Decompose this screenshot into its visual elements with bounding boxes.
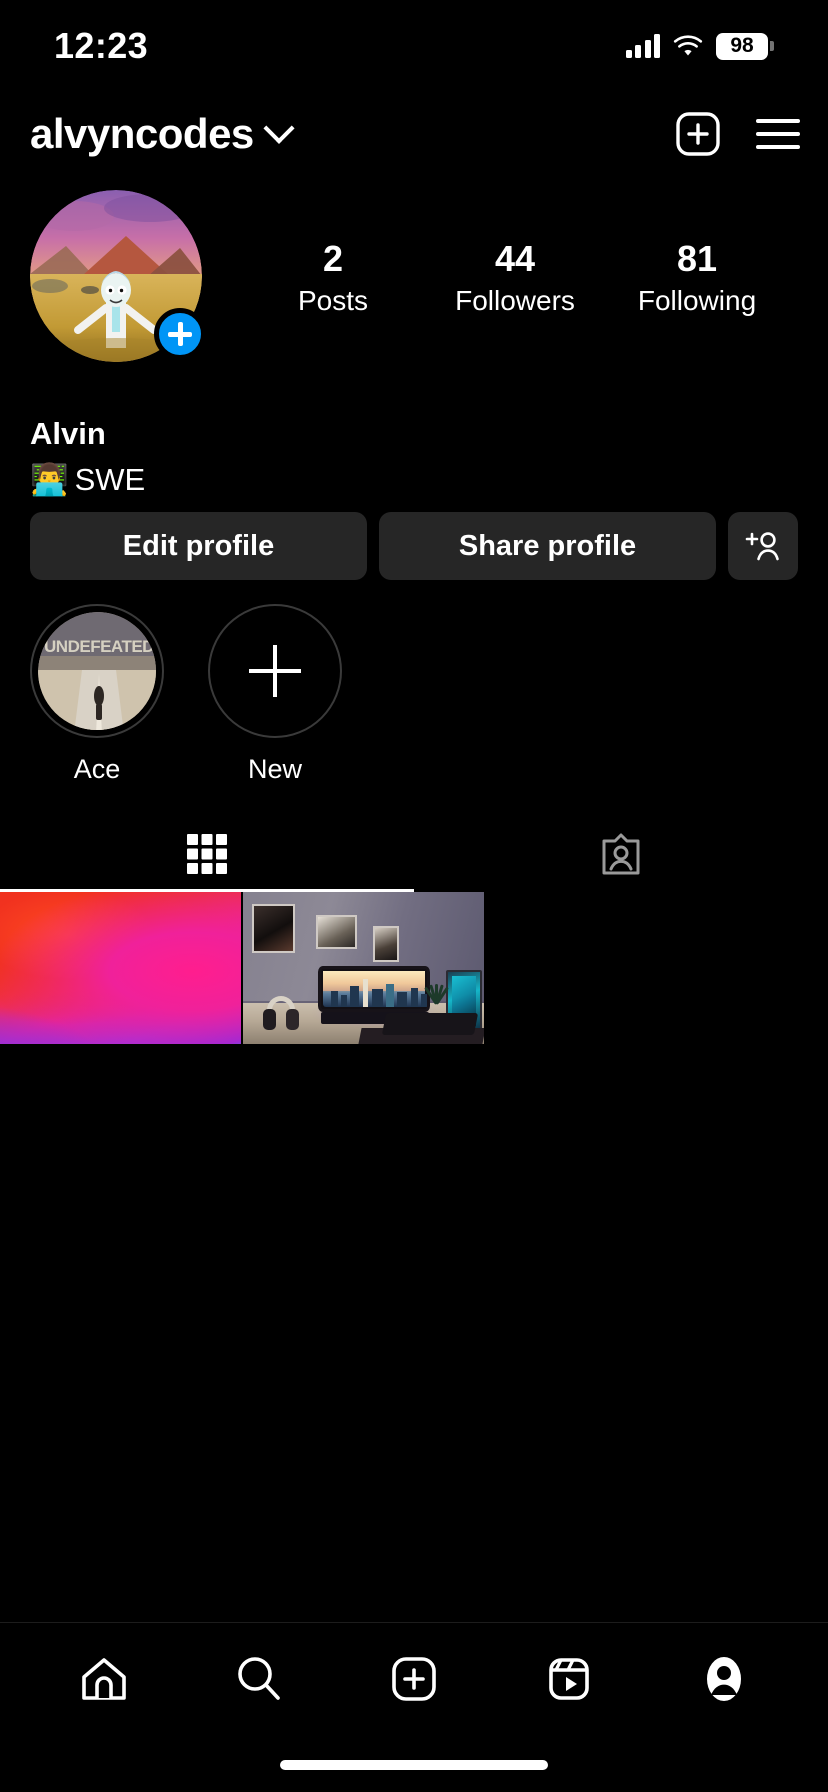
create-post-icon [392,1657,436,1701]
highlight-ring: UNDEFEATED [30,604,164,738]
status-indicators: 98 [625,32,774,60]
edit-profile-button[interactable]: Edit profile [30,512,367,580]
bio-text: SWE [74,461,146,497]
posts-count: 2 [322,238,344,279]
battery-level: 98 [716,32,768,60]
profile-header: alvyncodes [0,92,828,176]
story-highlights: UNDEFEATED Ace New [30,604,342,785]
post-thumbnail[interactable] [0,892,241,1044]
share-profile-button[interactable]: Share profile [379,512,716,580]
stat-following[interactable]: 81 Following [637,238,757,317]
post-thumbnail[interactable] [243,892,484,1044]
cellular-bars-icon [625,34,660,58]
username-label: alvyncodes [30,110,254,157]
highlight-new[interactable]: New [208,604,342,785]
highlight-label: Ace [73,754,121,784]
profile-bio-block: Alvin 👨‍💻 SWE [30,415,145,500]
profile-stats: 2 Posts 44 Followers 81 Following [202,190,798,317]
post-gradient-wallpaper [0,892,241,1044]
tab-grid[interactable] [0,816,414,892]
following-label: Following [637,285,757,317]
nav-profile[interactable] [676,1631,772,1727]
add-person-icon [745,532,779,561]
svg-text:UNDEFEATED: UNDEFEATED [44,637,154,656]
instagram-profile-screen: 12:23 98 alvyncodes 2 Posts 44 Followers… [0,0,828,1792]
header-actions [674,110,800,158]
hamburger-menu-icon[interactable] [756,119,800,149]
nav-create[interactable] [366,1631,462,1727]
discover-people-button[interactable] [728,512,798,580]
home-indicator [280,1760,548,1770]
stat-followers[interactable]: 44 Followers [455,238,575,317]
posts-label: Posts [297,285,369,317]
nav-home[interactable] [56,1631,152,1727]
nav-reels[interactable] [521,1631,617,1727]
new-post-icon[interactable] [674,110,722,158]
posts-grid [0,892,828,1044]
battery-icon: 98 [716,32,774,60]
highlight-cover: UNDEFEATED [38,612,156,730]
full-name: Alvin [30,416,106,451]
status-clock: 12:23 [54,25,149,66]
chevron-down-icon [263,112,295,144]
search-icon [237,1657,280,1700]
following-count: 81 [676,238,718,279]
profile-tabs [0,816,828,892]
tagged-person-icon [602,833,640,875]
add-story-button[interactable] [154,308,206,360]
bottom-navigation-bar [0,1622,828,1792]
stat-posts[interactable]: 2 Posts [273,238,393,317]
home-icon [81,1658,126,1700]
username-switcher[interactable]: alvyncodes [30,110,295,158]
profile-summary-row: 2 Posts 44 Followers 81 Following [0,190,828,362]
bio-line: 👨‍💻 SWE [30,460,145,500]
reels-icon [549,1658,589,1700]
avatar-with-add-story[interactable] [30,190,206,362]
wifi-icon [673,34,703,55]
followers-count: 44 [494,238,536,279]
highlight-label: New [247,754,302,784]
profile-action-buttons: Edit profile Share profile [30,512,798,580]
profile-avatar-icon [707,1657,742,1701]
man-technologist-emoji: 👨‍💻 [30,461,69,497]
grid-icon [187,834,227,874]
status-bar: 12:23 98 [0,0,828,92]
post-desk-setup [243,892,484,1044]
followers-label: Followers [455,285,575,317]
tab-tagged[interactable] [414,816,828,892]
new-highlight-button[interactable] [208,604,342,738]
nav-search[interactable] [211,1631,307,1727]
highlight-ace[interactable]: UNDEFEATED Ace [30,604,164,785]
